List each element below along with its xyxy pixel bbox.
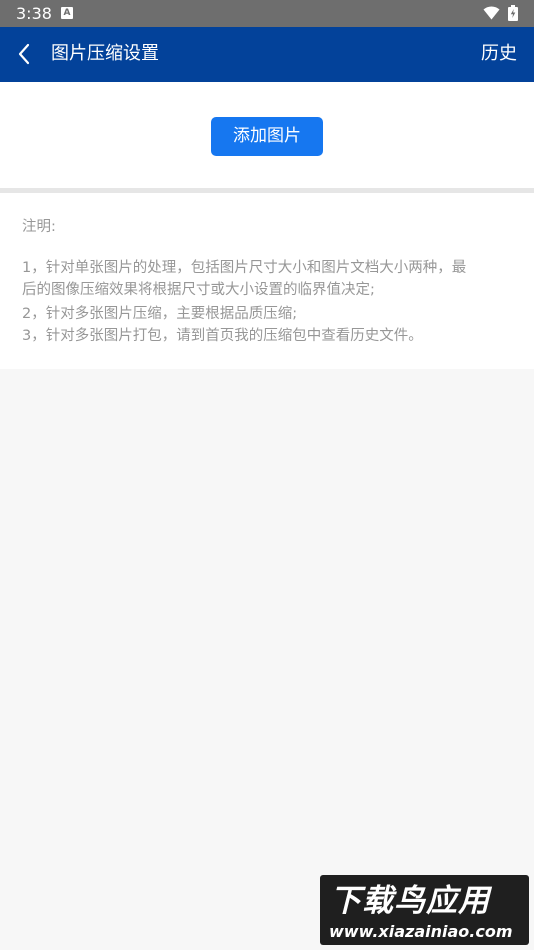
a-notification-icon: A xyxy=(61,7,73,19)
note-line: 3，针对多张图片打包，请到首页我的压缩包中查看历史文件。 xyxy=(22,328,423,344)
notes-panel: 注明: 1，针对单张图片的处理，包括图片尺寸大小和图片文档大小两种，最 后的图像… xyxy=(0,193,534,369)
add-image-panel: 添加图片 xyxy=(0,82,534,188)
add-image-button[interactable]: 添加图片 xyxy=(211,117,323,156)
watermark-url: www.xiazainiao.com xyxy=(329,922,513,941)
screen: 3:38 A 图片压缩设置 历史 添加图片 注明: 1，针对单张图片的处理，包括… xyxy=(0,0,534,950)
page-title: 图片压缩设置 xyxy=(51,43,159,64)
note-line: 2，针对多张图片压缩，主要根据品质压缩; xyxy=(22,306,298,322)
watermark-title: 下载鸟应用 xyxy=(330,883,490,919)
wifi-icon xyxy=(483,6,500,20)
history-button[interactable]: 历史 xyxy=(481,43,517,65)
status-bar: 3:38 A xyxy=(0,0,534,27)
back-icon[interactable] xyxy=(14,42,34,66)
note-line: 1，针对单张图片的处理，包括图片尺寸大小和图片文档大小两种，最 xyxy=(22,260,467,276)
app-bar: 图片压缩设置 历史 xyxy=(0,27,534,82)
note-line: 后的图像压缩效果将根据尺寸或大小设置的临界值决定; xyxy=(22,282,375,298)
watermark: 下载鸟应用 www.xiazainiao.com xyxy=(320,875,529,945)
status-time: 3:38 xyxy=(16,4,52,23)
notes-title: 注明: xyxy=(22,219,56,235)
battery-charging-icon xyxy=(508,5,518,21)
